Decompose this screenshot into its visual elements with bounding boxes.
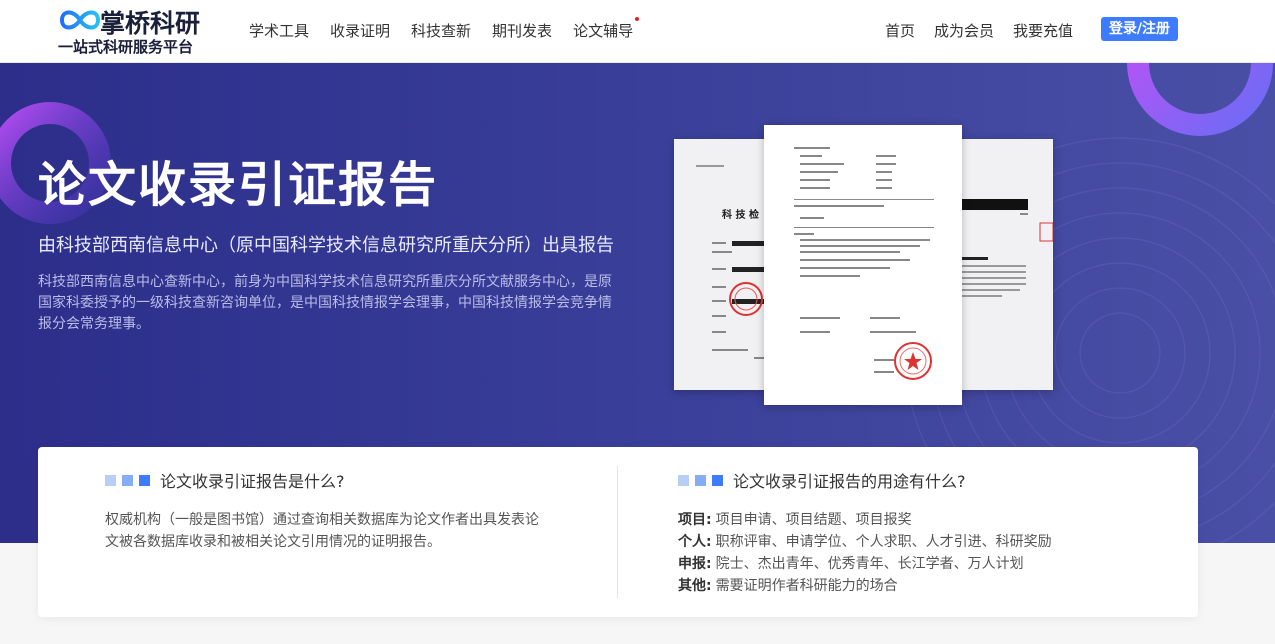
doc-heading-text: 科 技 检	[722, 208, 759, 221]
hero-subtitle: 由科技部西南信息中心（原中国科学技术信息研究所重庆分所）出具报告	[38, 235, 614, 256]
top-header: 掌桥科研 一站式科研服务平台 学术工具 收录证明 科技查新 期刊发表 论文辅导 …	[0, 0, 1275, 63]
use-value: 职称评审、申请学位、个人求职、人才引进、科研奖励	[715, 534, 1052, 550]
report-preview-right	[950, 139, 1053, 390]
nav-item-inclusion-proof[interactable]: 收录证明	[330, 20, 390, 41]
nav-item-thesis-tutoring[interactable]: 论文辅导	[573, 17, 640, 41]
report-preview-center	[764, 125, 962, 405]
squares-icon	[678, 474, 723, 486]
use-key: 其他:	[678, 578, 712, 594]
nav-item-journal-publishing[interactable]: 期刊发表	[492, 20, 552, 41]
infinity-logo-icon	[59, 10, 101, 30]
uses-section-header: 论文收录引证报告的用途有什么?	[678, 468, 966, 492]
card-divider	[617, 466, 618, 598]
what-section-body: 权威机构（一般是图书馆）通过查询相关数据库为论文作者出具发表论文被各数据库收录和…	[105, 512, 539, 550]
nav-item-home[interactable]: 首页	[885, 20, 915, 41]
what-section-title: 论文收录引证报告是什么?	[160, 472, 345, 491]
use-value: 项目申请、项目结题、项目报奖	[715, 512, 912, 528]
info-card: 论文收录引证报告是什么? 权威机构（一般是图书馆）通过查询相关数据库为论文作者出…	[38, 447, 1198, 617]
use-key: 项目:	[678, 512, 712, 528]
nav-item-thesis-tutoring-label: 论文辅导	[573, 22, 634, 40]
use-key: 个人:	[678, 534, 712, 550]
nav-item-recharge[interactable]: 我要充值	[1013, 20, 1073, 41]
right-nav: 首页 成为会员 我要充值	[866, 20, 1073, 41]
brand-logo[interactable]: 掌桥科研 一站式科研服务平台	[58, 4, 218, 58]
hero-title: 论文收录引证报告	[38, 157, 439, 213]
main-nav: 学术工具 收录证明 科技查新 期刊发表 论文辅导	[249, 17, 654, 41]
nav-item-academic-tools[interactable]: 学术工具	[249, 20, 309, 41]
use-row-other: 其他: 需要证明作者科研能力的场合	[678, 575, 1052, 597]
login-register-button[interactable]: 登录/注册	[1101, 17, 1178, 41]
use-value: 需要证明作者科研能力的场合	[715, 578, 898, 594]
nav-item-membership[interactable]: 成为会员	[934, 20, 994, 41]
use-row-project: 项目: 项目申请、项目结题、项目报奖	[678, 509, 1052, 531]
use-value: 院士、杰出青年、优秀青年、长江学者、万人计划	[715, 556, 1024, 572]
squares-icon	[105, 474, 150, 486]
what-section-header: 论文收录引证报告是什么?	[105, 468, 345, 492]
use-key: 申报:	[678, 556, 712, 572]
hero-description: 科技部西南信息中心查新中心，前身为中国科学技术信息研究所重庆分所文献服务中心，是…	[38, 274, 612, 332]
notification-dot	[635, 17, 640, 21]
brand-name: 掌桥科研	[100, 9, 201, 38]
use-row-personal: 个人: 职称评审、申请学位、个人求职、人才引进、科研奖励	[678, 531, 1052, 553]
nav-item-novelty-search[interactable]: 科技查新	[411, 20, 471, 41]
uses-section-title: 论文收录引证报告的用途有什么?	[733, 472, 966, 491]
uses-list: 项目: 项目申请、项目结题、项目报奖 个人: 职称评审、申请学位、个人求职、人才…	[678, 509, 1052, 597]
brand-slogan: 一站式科研服务平台	[58, 38, 194, 56]
use-row-application: 申报: 院士、杰出青年、优秀青年、长江学者、万人计划	[678, 553, 1052, 575]
